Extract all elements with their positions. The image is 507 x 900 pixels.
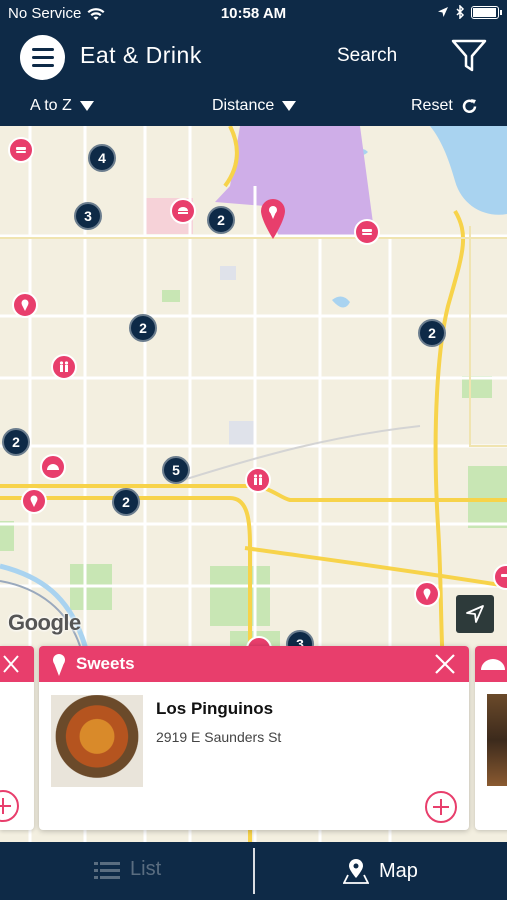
refresh-icon [462,98,477,113]
tab-list-label: List [130,858,162,880]
family-marker[interactable] [51,354,77,380]
clock: 10:58 AM [220,5,287,22]
search-button[interactable]: Search [337,45,397,67]
restaurant-marker[interactable] [170,198,196,224]
previous-card[interactable] [0,646,34,830]
map-cluster[interactable]: 2 [112,488,140,516]
restaurant-marker[interactable] [8,137,34,163]
plus-icon [433,799,449,815]
sandwich-icon [362,229,372,235]
sweets-marker[interactable] [21,488,47,514]
taco-icon [481,659,505,670]
taco-icon [47,464,59,470]
status-bar: No Service 10:58 AM [0,0,507,28]
hamburger-icon-line [31,48,54,51]
place-photo [51,695,143,787]
ice-cream-icon [21,299,29,311]
sweets-marker[interactable] [414,581,440,607]
bluetooth-icon [456,5,465,19]
tab-map[interactable]: Map [343,858,418,884]
caret-down-icon [282,101,297,111]
map-cluster[interactable]: 2 [418,319,446,347]
sort-alpha-dropdown[interactable]: A to Z [30,97,94,115]
map-cluster[interactable]: 2 [207,206,235,234]
list-icon [94,861,120,879]
sandwich-icon [501,574,507,577]
ice-cream-icon [53,654,65,676]
tab-divider [253,848,255,894]
ice-cream-icon [30,495,38,507]
map-cluster[interactable]: 2 [129,314,157,342]
navigation-arrow-icon [466,605,484,623]
map-cluster[interactable]: 2 [2,428,30,456]
next-place-photo [487,694,507,786]
page-title: Eat & Drink [80,42,202,68]
sweets-marker[interactable] [12,292,38,318]
burger-icon [178,207,188,214]
caret-down-icon [79,101,94,111]
add-circle-icon [0,790,19,822]
family-icon [59,361,69,372]
card-header: Sweets [39,646,469,682]
map-cluster[interactable]: 3 [74,202,102,230]
family-marker[interactable] [245,467,271,493]
bottom-tab-bar: List Map [0,842,507,900]
place-name[interactable]: Los Pinguinos [156,699,273,719]
sandwich-icon [16,147,26,153]
app-header: Eat & Drink Search [0,28,507,88]
hamburger-icon-line [31,56,54,59]
restaurant-marker[interactable] [354,219,380,245]
reset-label: Reset [411,97,453,114]
sort-alpha-label: A to Z [30,97,72,114]
close-icon [3,655,19,673]
hamburger-icon-line [31,64,54,67]
my-location-button[interactable] [456,595,494,633]
menu-button[interactable] [20,35,65,80]
sort-distance-label: Distance [212,97,275,114]
google-attribution: Google [8,610,81,635]
map-cluster[interactable]: 5 [162,456,190,484]
selected-location-pin-icon[interactable] [260,198,286,240]
close-icon[interactable] [433,652,457,676]
place-address: 2919 E Saunders St [156,729,282,745]
next-card[interactable] [475,646,507,830]
tab-list[interactable]: List [94,858,161,881]
place-card[interactable]: Sweets Los Pinguinos 2919 E Saunders St [39,646,469,830]
ice-cream-icon [423,588,431,600]
card-category: Sweets [76,654,135,673]
battery-icon [471,5,502,19]
restaurant-marker[interactable] [40,454,66,480]
map-cluster[interactable]: 4 [88,144,116,172]
tab-map-label: Map [379,859,418,882]
add-button[interactable] [425,791,457,823]
sort-distance-dropdown[interactable]: Distance [212,97,297,115]
sort-bar: A to Z Distance Reset [0,88,507,126]
family-icon [253,474,263,485]
filter-icon[interactable] [450,38,488,74]
map-pin-icon [343,859,369,884]
location-arrow-icon [438,7,448,17]
reset-button[interactable]: Reset [411,97,478,115]
